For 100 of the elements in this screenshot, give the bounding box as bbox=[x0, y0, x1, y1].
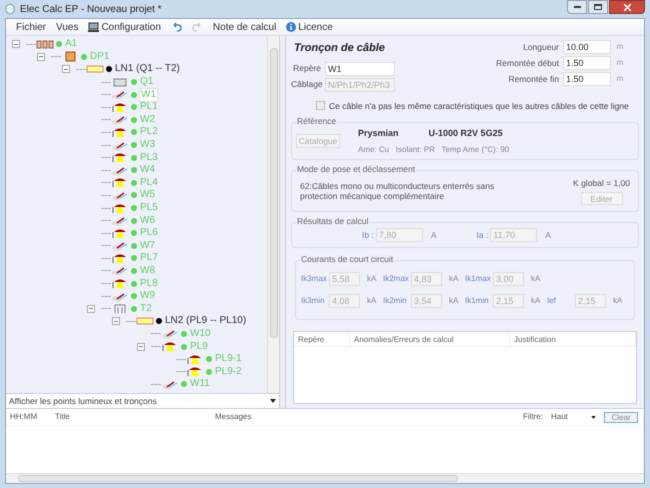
column-header[interactable]: HH:MM bbox=[6, 411, 51, 423]
field-label: Remontée début bbox=[496, 56, 559, 70]
unit-label: kA bbox=[449, 295, 458, 308]
cable-icon bbox=[111, 215, 129, 226]
tree-item[interactable]: LN2 (PL9 -- PL10) bbox=[164, 315, 248, 328]
checkbox[interactable] bbox=[316, 101, 325, 110]
column-header[interactable]: Repère bbox=[294, 332, 350, 346]
column-header[interactable]: Title bbox=[51, 411, 211, 423]
menu-item[interactable]: Configuration bbox=[88, 20, 161, 34]
column-header[interactable]: Justification bbox=[510, 332, 636, 346]
tree-item[interactable]: W4 bbox=[139, 164, 156, 176]
tree-item[interactable]: PL7 bbox=[139, 252, 159, 264]
tree-item[interactable]: A1 bbox=[64, 38, 78, 50]
tree-item[interactable]: PL5 bbox=[139, 202, 159, 214]
tree-item[interactable]: PL4 bbox=[139, 176, 159, 189]
info-icon bbox=[286, 22, 296, 32]
column-header[interactable]: Messages bbox=[211, 411, 523, 423]
tree-item[interactable]: LN1 (Q1 -- T2) bbox=[114, 63, 181, 76]
scrollbar[interactable] bbox=[267, 36, 280, 393]
maximize-button[interactable] bbox=[588, 0, 608, 14]
group-title: Mode de pose et déclassement bbox=[296, 164, 416, 174]
tree-item[interactable]: W1 bbox=[139, 88, 158, 102]
tree-item[interactable]: PL3 bbox=[139, 152, 159, 164]
cable-icon bbox=[111, 164, 129, 176]
collapse-toggle[interactable] bbox=[137, 342, 145, 351]
cable-icon bbox=[111, 290, 129, 302]
field-label: Remontée fin bbox=[508, 72, 559, 86]
unit-label: m bbox=[616, 41, 624, 53]
group-title: Référence bbox=[296, 116, 338, 126]
close-button[interactable] bbox=[609, 0, 645, 14]
unit-label: m bbox=[616, 57, 624, 69]
tree-item[interactable]: W8 bbox=[139, 264, 156, 277]
current-label: Ief bbox=[547, 295, 557, 308]
tree-item[interactable]: W11 bbox=[189, 378, 211, 390]
current-label: Ik3max bbox=[301, 273, 327, 286]
filter-dropdown[interactable]: Haut bbox=[551, 411, 596, 423]
unit-label: m bbox=[616, 73, 624, 85]
unit-label: kA bbox=[531, 273, 540, 286]
checkbox-label: Ce câble n'a pas les même caractéristiques que les autres câbles de cette ligne bbox=[329, 100, 629, 112]
unit-label: kA bbox=[531, 295, 540, 308]
unit-label: kA bbox=[367, 273, 376, 286]
input-field[interactable]: 1.50 bbox=[563, 72, 611, 86]
tree-item[interactable]: Q1 bbox=[139, 76, 154, 88]
filter-label: Filtre: bbox=[523, 411, 543, 423]
current-label: Ik2min bbox=[383, 295, 408, 308]
input-field[interactable]: W1 bbox=[325, 62, 395, 76]
tree-item[interactable]: PL9 bbox=[189, 340, 209, 353]
field-label: Repère bbox=[292, 62, 321, 75]
collapse-toggle[interactable] bbox=[62, 65, 70, 74]
brand-label: Prysmian bbox=[358, 127, 399, 140]
tree-item[interactable]: W7 bbox=[139, 240, 156, 252]
unit-label: A bbox=[430, 228, 436, 242]
cable-icon bbox=[111, 190, 129, 201]
collapse-toggle[interactable] bbox=[112, 317, 120, 326]
dropdown-arrow-icon bbox=[270, 399, 276, 403]
tree-item[interactable]: PL1 bbox=[139, 101, 159, 114]
cable-details: Ame: Cu Isolant: PR Temp Ame (°C): 90 bbox=[358, 144, 510, 156]
tree-item[interactable]: W6 bbox=[139, 214, 156, 227]
tree-item[interactable]: PL8 bbox=[139, 278, 159, 290]
input-field[interactable]: 10.00 bbox=[563, 40, 611, 54]
clear-button[interactable]: Clear bbox=[604, 412, 638, 422]
tree-item[interactable]: T2 bbox=[139, 302, 153, 315]
dropdown-arrow-icon bbox=[591, 416, 596, 418]
current-label: Ik1min bbox=[465, 295, 490, 308]
field-label: Câblage bbox=[291, 78, 321, 91]
mode-description: 62:Câbles mono ou multiconducteurs enterrés sans protection mécanique complémentaire bbox=[300, 181, 496, 202]
edit-button[interactable]: Editer bbox=[580, 192, 623, 206]
undo-icon[interactable] bbox=[170, 22, 182, 32]
tree-item[interactable]: W5 bbox=[139, 189, 156, 202]
field-label: Longueur bbox=[523, 40, 559, 54]
tree-item[interactable]: W3 bbox=[139, 139, 156, 152]
menu-item[interactable]: Note de calcul bbox=[212, 20, 276, 34]
minimize-button[interactable] bbox=[567, 0, 587, 14]
result-label: Ib : bbox=[362, 228, 374, 242]
input-field[interactable]: 1.50 bbox=[563, 56, 611, 70]
tree-item[interactable]: PL2 bbox=[139, 126, 159, 138]
group-title: Courants de court circuit bbox=[300, 254, 394, 264]
collapse-toggle[interactable] bbox=[87, 304, 95, 313]
current-label: Ik1max bbox=[465, 273, 491, 286]
tree-item[interactable]: PL6 bbox=[139, 227, 159, 240]
menu-item[interactable]: Vues bbox=[56, 20, 78, 34]
horizontal-scrollbar[interactable] bbox=[6, 473, 644, 483]
collapse-toggle[interactable] bbox=[37, 52, 45, 61]
tree-item[interactable]: W10 bbox=[189, 328, 212, 340]
catalogue-button[interactable]: Catalogue bbox=[296, 134, 340, 148]
view-dropdown[interactable]: Afficher les points lumineux et tronçons bbox=[6, 393, 280, 408]
window-title: Elec Calc EP - Nouveau projet * bbox=[20, 2, 162, 16]
tree-item[interactable]: DP1 bbox=[89, 50, 110, 63]
menu-item[interactable]: Fichier bbox=[16, 20, 46, 34]
unit-label: kA bbox=[613, 295, 622, 308]
unit-label: kA bbox=[367, 295, 376, 308]
menu-item[interactable]: Licence bbox=[286, 20, 333, 34]
section-title: Tronçon de câble bbox=[294, 41, 386, 56]
tree-item[interactable]: PL9-1 bbox=[214, 353, 243, 366]
result-label: Ia : bbox=[476, 228, 488, 242]
tree-item[interactable]: PL9-2 bbox=[214, 366, 243, 378]
tree-item[interactable]: W9 bbox=[139, 290, 156, 302]
tree-item[interactable]: W2 bbox=[139, 114, 156, 126]
column-header[interactable]: Anomalies/Erreurs de calcul bbox=[350, 332, 510, 346]
collapse-toggle[interactable] bbox=[12, 40, 20, 48]
